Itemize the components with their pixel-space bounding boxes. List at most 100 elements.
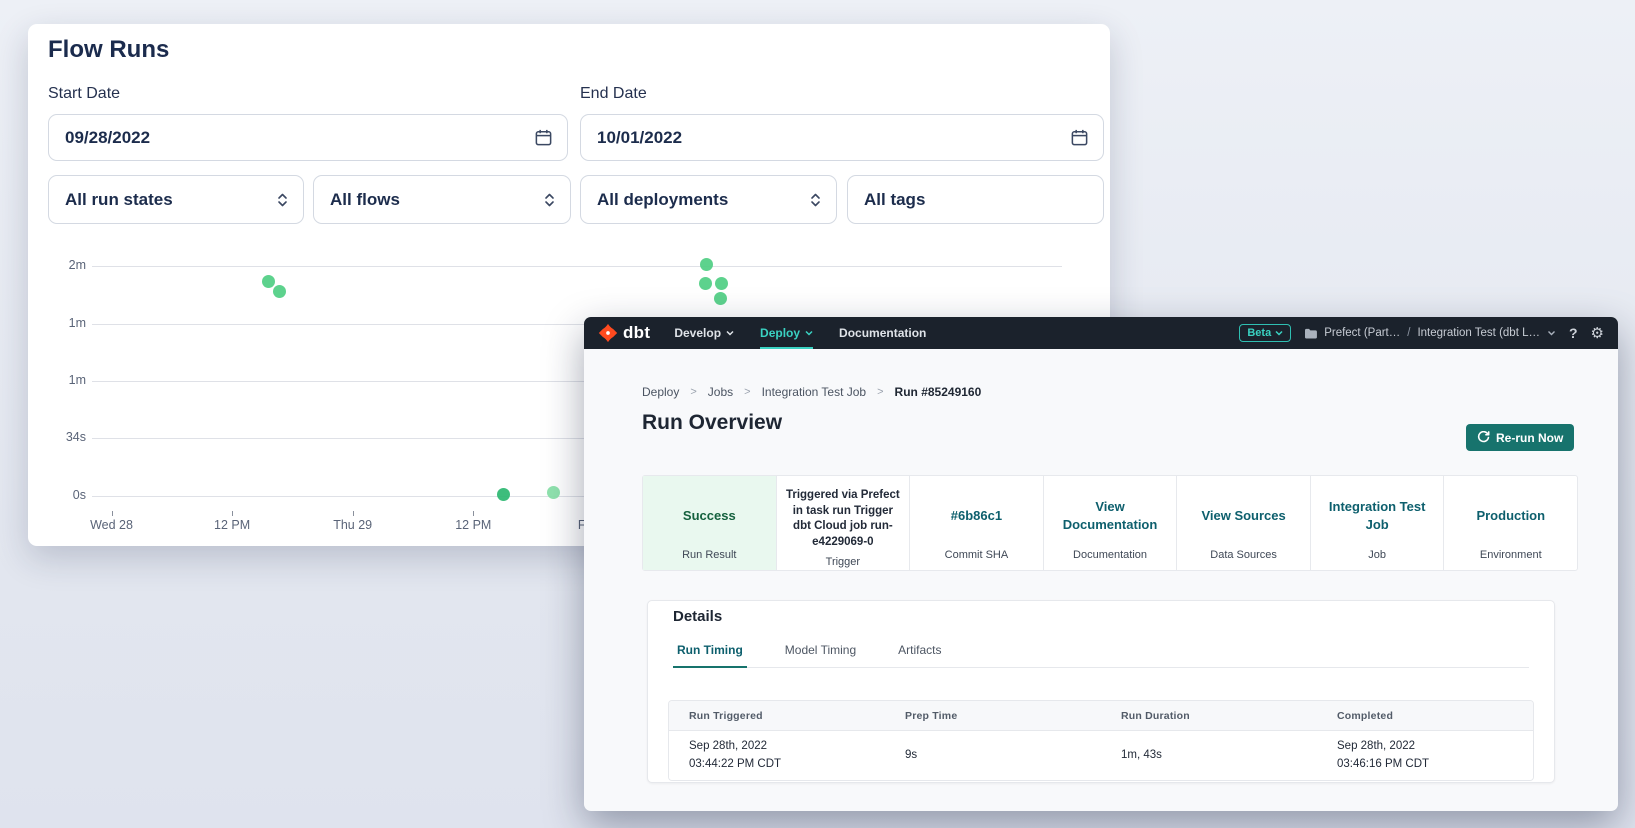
- x-axis-tick: [353, 511, 354, 516]
- chevron-down-icon: [726, 330, 734, 336]
- filter-all-deployments[interactable]: All deployments: [580, 175, 837, 224]
- details-tabs: Run Timing Model Timing Artifacts: [673, 643, 1529, 668]
- end-date-input[interactable]: 10/01/2022: [580, 114, 1104, 161]
- table-row: Sep 28th, 202203:44:22 PM CDT9s1m, 43sSe…: [669, 731, 1533, 780]
- tab-model-timing[interactable]: Model Timing: [781, 643, 860, 667]
- folder-icon: [1304, 328, 1317, 339]
- table-cell-line: 9s: [905, 747, 1101, 764]
- beta-dropdown[interactable]: Beta: [1239, 324, 1291, 342]
- card-label: Documentation: [1073, 543, 1147, 561]
- flow-run-point[interactable]: [715, 277, 728, 290]
- dbt-cloud-window: dbt Develop Deploy Documentation Beta Pref…: [584, 317, 1618, 811]
- card-value: Triggered via Prefect in task run Trigge…: [786, 488, 901, 550]
- breadcrumb-separator-icon: >: [744, 386, 750, 398]
- summary-card-data-sources[interactable]: View SourcesData Sources: [1176, 476, 1310, 570]
- flow-run-point[interactable]: [262, 275, 275, 288]
- chevron-down-icon: [1275, 330, 1283, 336]
- start-date-value: 09/28/2022: [65, 128, 534, 148]
- table-cell-line: 1m, 43s: [1121, 747, 1317, 764]
- breadcrumb-item[interactable]: Deploy: [642, 385, 679, 399]
- details-panel: Details Run TimingModel TimingArtifacts …: [647, 600, 1555, 783]
- nav-item-develop[interactable]: Develop: [674, 317, 734, 349]
- dbt-logo[interactable]: dbt: [598, 323, 650, 343]
- summary-card-job[interactable]: Integration Test JobJob: [1310, 476, 1444, 570]
- project-name: Integration Test (dbt L…: [1417, 327, 1540, 339]
- summary-card-documentation[interactable]: View DocumentationDocumentation: [1043, 476, 1177, 570]
- table-column-header: Prep Time: [885, 710, 1101, 722]
- filter-label: All flows: [330, 190, 543, 210]
- run-summary-cards: SuccessRun ResultTriggered via Prefect i…: [642, 475, 1578, 571]
- table-cell-line: Sep 28th, 2022: [1337, 738, 1533, 755]
- y-axis-tick-label: 1m: [28, 373, 86, 387]
- flow-run-point[interactable]: [497, 488, 510, 501]
- table-column-header: Completed: [1317, 710, 1533, 722]
- breadcrumb-item[interactable]: Jobs: [708, 385, 733, 399]
- y-axis-tick-label: 0s: [28, 488, 86, 502]
- card-label: Job: [1368, 543, 1386, 561]
- chevron-up-down-icon: [543, 192, 556, 208]
- flow-run-point[interactable]: [714, 292, 727, 305]
- filter-label: All deployments: [597, 190, 809, 210]
- card-label: Trigger: [826, 550, 860, 568]
- filter-all-run-states[interactable]: All run states: [48, 175, 304, 224]
- breadcrumb-item: Run #85249160: [895, 385, 982, 399]
- account-project-selector[interactable]: Prefect (Part… / Integration Test (dbt L…: [1304, 327, 1556, 339]
- tab-artifacts[interactable]: Artifacts: [894, 643, 945, 667]
- nav-item-documentation[interactable]: Documentation: [839, 317, 926, 349]
- card-value: View Documentation: [1053, 488, 1168, 543]
- y-axis-tick-label: 1m: [28, 316, 86, 330]
- flow-run-point[interactable]: [273, 285, 286, 298]
- breadcrumb-separator-icon: >: [690, 386, 696, 398]
- table-cell: Sep 28th, 202203:44:22 PM CDT: [669, 738, 885, 773]
- chevron-up-down-icon: [276, 192, 289, 208]
- card-value: Production: [1476, 488, 1545, 543]
- dbt-topbar: dbt Develop Deploy Documentation Beta Pref…: [584, 317, 1618, 349]
- breadcrumb-item[interactable]: Integration Test Job: [762, 385, 867, 399]
- y-axis-tick-label: 34s: [28, 430, 86, 444]
- flow-run-point[interactable]: [700, 258, 713, 271]
- breadcrumb: Deploy>Jobs>Integration Test Job>Run #85…: [642, 385, 981, 399]
- filter-label: All tags: [864, 190, 1089, 210]
- chevron-up-down-icon: [809, 192, 822, 208]
- x-axis-tick-label: Thu 29: [308, 518, 398, 532]
- summary-card-environment[interactable]: ProductionEnvironment: [1443, 476, 1577, 570]
- filter-all-flows[interactable]: All flows: [313, 175, 571, 224]
- card-value: View Sources: [1201, 488, 1285, 543]
- gridline: [92, 266, 1062, 267]
- x-axis-tick: [473, 511, 474, 516]
- calendar-icon: [534, 128, 553, 147]
- flow-run-point[interactable]: [699, 277, 712, 290]
- dbt-main-nav: Develop Deploy Documentation: [674, 317, 926, 349]
- dbt-logo-text: dbt: [623, 323, 650, 343]
- table-column-header: Run Duration: [1101, 710, 1317, 722]
- y-axis-tick-label: 2m: [28, 258, 86, 272]
- beta-label: Beta: [1247, 327, 1271, 339]
- end-date-value: 10/01/2022: [597, 128, 1070, 148]
- topbar-right: Beta Prefect (Part… / Integration Test (…: [1239, 324, 1604, 342]
- path-separator: /: [1407, 327, 1410, 339]
- nav-item-label: Documentation: [839, 326, 926, 340]
- flow-run-point[interactable]: [547, 486, 560, 499]
- tab-run-timing[interactable]: Run Timing: [673, 643, 747, 668]
- help-icon[interactable]: ?: [1569, 325, 1578, 341]
- table-cell-line: Sep 28th, 2022: [689, 738, 885, 755]
- summary-card-commit-sha[interactable]: #6b86c1Commit SHA: [909, 476, 1043, 570]
- run-timing-table: Run TriggeredPrep TimeRun DurationComple…: [668, 700, 1534, 781]
- chevron-down-icon: [1547, 330, 1556, 336]
- table-column-header: Run Triggered: [669, 710, 885, 722]
- filter-all-tags[interactable]: All tags: [847, 175, 1104, 224]
- start-date-input[interactable]: 09/28/2022: [48, 114, 568, 161]
- table-cell: 1m, 43s: [1101, 747, 1317, 764]
- nav-item-deploy[interactable]: Deploy: [760, 317, 813, 349]
- card-value: #6b86c1: [951, 488, 1002, 543]
- table-cell-line: 03:44:22 PM CDT: [689, 756, 885, 773]
- x-axis-tick-label: 12 PM: [187, 518, 277, 532]
- card-value: Integration Test Job: [1320, 488, 1435, 543]
- rerun-now-button[interactable]: Re-run Now: [1466, 424, 1574, 451]
- details-title: Details: [673, 608, 722, 625]
- gear-icon[interactable]: ⚙: [1591, 324, 1604, 342]
- card-label: Commit SHA: [945, 543, 1009, 561]
- summary-card-run-result: SuccessRun Result: [643, 476, 776, 570]
- x-axis-tick-label: 12 PM: [428, 518, 518, 532]
- chevron-down-icon: [805, 330, 813, 336]
